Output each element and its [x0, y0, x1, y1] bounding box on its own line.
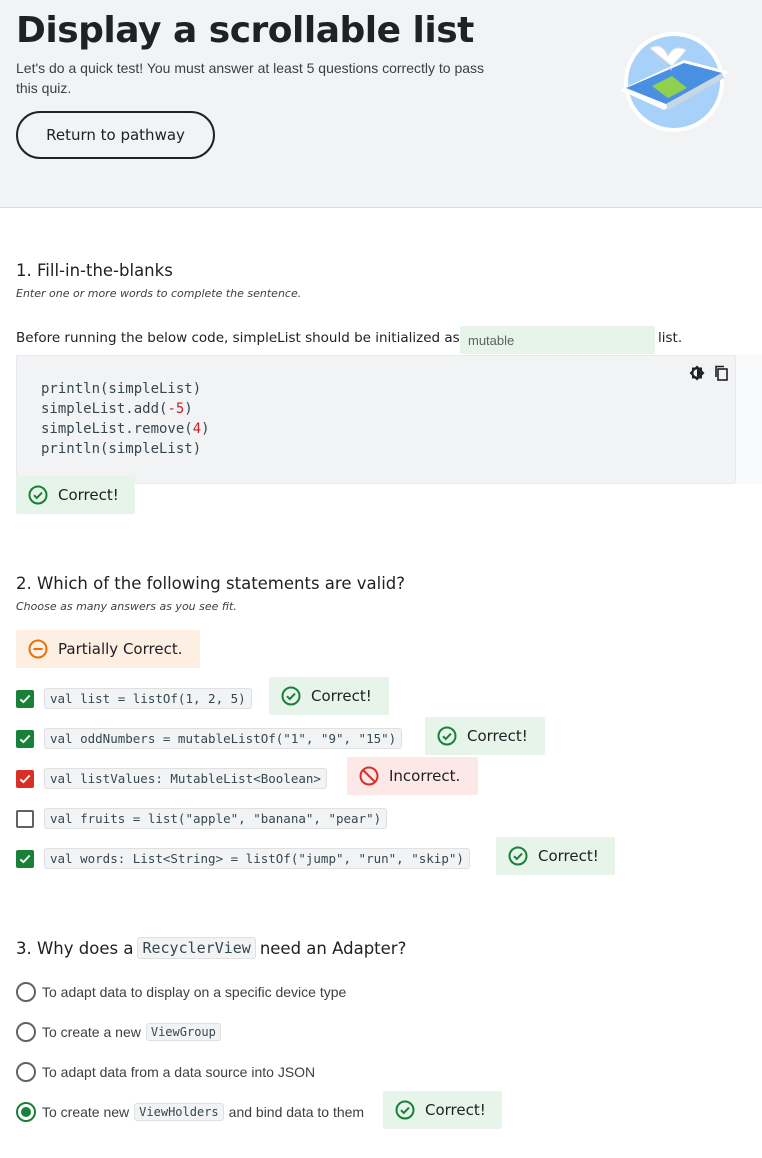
question-1-title: 1. Fill-in-the-blanks — [16, 261, 173, 280]
result-text: Partially Correct. — [58, 640, 183, 658]
fill-sentence: Before running the below code, simpleLis… — [16, 330, 473, 346]
q3-option-1-radio[interactable] — [16, 982, 36, 1002]
q3-option-2[interactable]: To create a new ViewGroup — [16, 1022, 226, 1042]
q3-option-4[interactable]: To create new ViewHolders and bind data … — [16, 1102, 364, 1122]
blank-answer-field[interactable]: mutable — [460, 326, 655, 354]
option-5-row[interactable]: val words: List<String> = listOf("jump",… — [16, 848, 470, 869]
question-3-title: 3. Why does a RecyclerView need an Adapt… — [16, 937, 407, 959]
option-5-result-badge: Correct! — [496, 837, 615, 875]
question-2-title: 2. Which of the following statements are… — [16, 574, 406, 593]
checkmark-icon — [19, 854, 31, 863]
code-block: println(simpleList) simpleList.add(-5) s… — [16, 355, 736, 484]
recyclerview-code: RecyclerView — [137, 937, 256, 959]
check-circle-icon — [28, 485, 48, 505]
question-3-result-badge: Correct! — [383, 1091, 502, 1129]
question-2-result-badge: Partially Correct. — [16, 630, 200, 668]
check-circle-icon — [437, 726, 457, 746]
q3-option-3-radio[interactable] — [16, 1062, 36, 1082]
question-1-result-badge: Correct! — [16, 476, 135, 514]
checkmark-icon — [19, 774, 31, 783]
check-circle-icon — [395, 1100, 415, 1120]
return-to-pathway-button[interactable]: Return to pathway — [16, 111, 215, 159]
option-2-code: val oddNumbers = mutableListOf("1", "9",… — [44, 728, 403, 749]
checkmark-icon — [19, 694, 31, 703]
option-2-result-badge: Correct! — [425, 717, 545, 755]
quiz-description: Let's do a quick test! You must answer a… — [16, 60, 485, 96]
theme-toggle-icon[interactable] — [689, 365, 705, 381]
q3-option-1[interactable]: To adapt data to display on a specific d… — [16, 982, 346, 1002]
option-5-checkbox[interactable] — [16, 849, 34, 868]
option-2-row[interactable]: val oddNumbers = mutableListOf("1", "9",… — [16, 728, 403, 749]
q3-option-3[interactable]: To adapt data from a data source into JS… — [16, 1062, 315, 1082]
illustration-phone-bird-icon — [620, 32, 730, 132]
check-circle-icon — [508, 846, 528, 866]
option-4-row[interactable]: val fruits = list("apple", "banana", "pe… — [16, 808, 388, 829]
q3-option-4-radio[interactable] — [16, 1102, 36, 1122]
option-3-checkbox[interactable] — [16, 769, 34, 788]
option-3-code: val listValues: MutableList<Boolean> — [44, 768, 327, 789]
option-1-result-badge: Correct! — [269, 677, 389, 715]
option-3-row[interactable]: val listValues: MutableList<Boolean> — [16, 768, 327, 789]
quiz-header: Display a scrollable list Let's do a qui… — [0, 0, 762, 208]
fill-sentence-suffix: list. — [658, 330, 683, 346]
option-1-checkbox[interactable] — [16, 689, 34, 708]
page-title: Display a scrollable list — [16, 10, 474, 51]
option-4-checkbox[interactable] — [16, 809, 34, 828]
option-2-checkbox[interactable] — [16, 729, 34, 748]
option-4-code: val fruits = list("apple", "banana", "pe… — [44, 808, 388, 829]
check-circle-icon — [281, 686, 301, 706]
block-icon — [359, 766, 379, 786]
question-2-hint: Choose as many answers as you see fit. — [16, 600, 237, 613]
copy-icon[interactable] — [713, 365, 729, 381]
question-1-hint: Enter one or more words to complete the … — [16, 287, 302, 300]
option-5-code: val words: List<String> = listOf("jump",… — [44, 848, 470, 869]
option-1-code: val list = listOf(1, 2, 5) — [44, 688, 252, 709]
minus-circle-icon — [28, 639, 48, 659]
code-content: println(simpleList) simpleList.add(-5) s… — [41, 381, 210, 457]
option-1-row[interactable]: val list = listOf(1, 2, 5) — [16, 688, 252, 709]
code-block-edge — [736, 355, 762, 484]
result-text: Correct! — [58, 486, 119, 504]
q3-option-2-radio[interactable] — [16, 1022, 36, 1042]
checkmark-icon — [19, 734, 31, 743]
option-3-result-badge: Incorrect. — [347, 757, 478, 795]
